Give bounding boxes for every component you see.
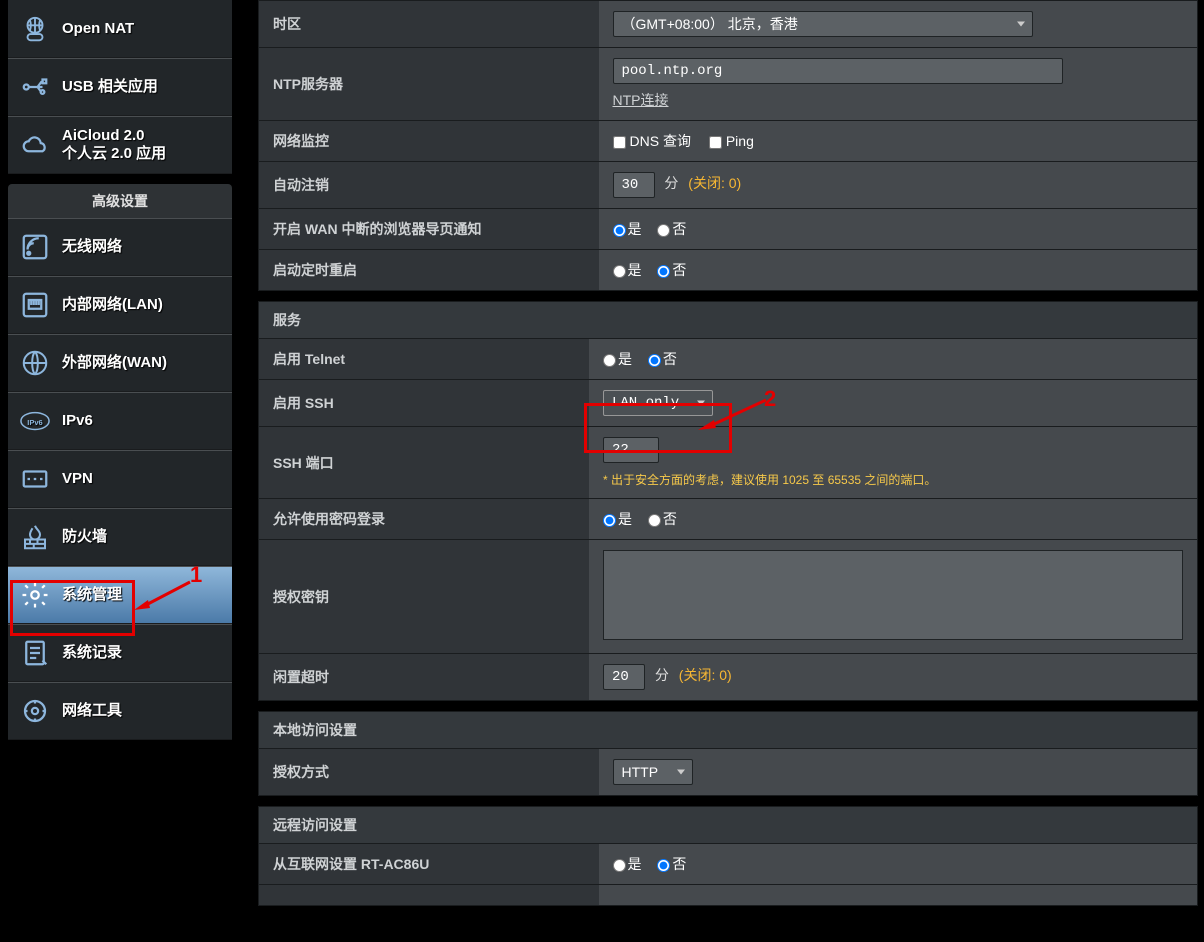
settings-table-basic: 时区 （GMT+08:00） 北京，香港 NTP服务器 NTP连接 网络监控 D… [258, 0, 1198, 291]
from-internet-yes[interactable]: 是 [613, 856, 642, 872]
nav-ipv6[interactable]: IPv6 IPv6 [8, 392, 232, 450]
nav-wan[interactable]: 外部网络(WAN) [8, 334, 232, 392]
settings-table-local: 本地访问设置 授权方式 HTTP [258, 711, 1198, 796]
nav-firewall[interactable]: 防火墙 [8, 508, 232, 566]
row-authmethod-label: 授权方式 [259, 749, 599, 796]
row-autologout-label: 自动注销 [259, 162, 599, 209]
row-netmonitor-label: 网络监控 [259, 121, 599, 162]
chk-text: Ping [726, 133, 754, 149]
tools-icon [18, 694, 52, 728]
nav-label: 系统管理 [62, 586, 222, 604]
unit-text: 分 [664, 175, 678, 191]
ping-checkbox-label[interactable]: Ping [709, 133, 754, 149]
row-wan-notify-label: 开启 WAN 中断的浏览器导页通知 [259, 209, 599, 250]
settings-table-service: 服务 启用 Telnet 是 否 启用 SSH LAN only SSH 端口 … [258, 301, 1198, 701]
auth-method-select[interactable]: HTTP [613, 759, 693, 785]
hint-text: (关闭: 0) [688, 175, 741, 191]
wan-notify-no[interactable]: 否 [657, 221, 686, 237]
row-authkey-label: 授权密钥 [259, 540, 590, 654]
log-icon [18, 636, 52, 670]
idle-timeout-input[interactable] [603, 664, 645, 690]
dns-query-checkbox[interactable] [613, 136, 626, 149]
nav-label: IPv6 [62, 412, 222, 430]
ssh-select[interactable]: LAN only [603, 390, 713, 416]
nav-label: 防火墙 [62, 528, 222, 546]
from-internet-no[interactable]: 否 [657, 856, 686, 872]
firewall-icon [18, 520, 52, 554]
row-idle-label: 闲置超时 [259, 654, 590, 701]
nav-network-tools[interactable]: 网络工具 [8, 682, 232, 740]
ntp-link[interactable]: NTP连接 [613, 90, 669, 110]
remote-header: 远程访问设置 [259, 807, 1198, 844]
auto-logout-input[interactable] [613, 172, 655, 198]
nav-label: 无线网络 [62, 238, 222, 256]
nav-label: VPN [62, 470, 222, 488]
sidebar: Open NAT USB 相关应用 AiCloud 2.0 个人云 2.0 应用… [8, 0, 232, 750]
row-sched-reboot-label: 启动定时重启 [259, 250, 599, 291]
advanced-settings-header: 高级设置 [8, 184, 232, 218]
unit-text: 分 [655, 667, 669, 683]
usb-icon [18, 70, 52, 104]
ntp-server-input[interactable] [613, 58, 1063, 84]
nav-usb[interactable]: USB 相关应用 [8, 58, 232, 116]
svg-text:IPv6: IPv6 [27, 418, 42, 427]
row-telnet-label: 启用 Telnet [259, 339, 590, 380]
pwlogin-no[interactable]: 否 [648, 511, 677, 527]
annotation-number-2: 2 [764, 386, 776, 412]
ping-checkbox[interactable] [709, 136, 722, 149]
ssh-port-note: * 出于安全方面的考虑，建议使用 1025 至 65535 之间的端口。 [603, 471, 1183, 488]
timezone-select[interactable]: （GMT+08:00） 北京，香港 [613, 11, 1033, 37]
hint-text: (关闭: 0) [679, 667, 732, 683]
lan-icon [18, 288, 52, 322]
gear-icon [18, 578, 52, 612]
nav-label: Open NAT [62, 20, 222, 38]
empty-row [259, 885, 599, 906]
nav-system-log[interactable]: 系统记录 [8, 624, 232, 682]
local-header: 本地访问设置 [259, 712, 1198, 749]
nav-group-advanced: 高级设置 无线网络 内部网络(LAN) 外部网络(WAN) IPv6 IPv6 … [8, 184, 232, 740]
nav-aicloud[interactable]: AiCloud 2.0 个人云 2.0 应用 [8, 116, 232, 174]
cloud-icon [18, 128, 52, 162]
wan-notify-yes[interactable]: 是 [613, 221, 642, 237]
sched-reboot-yes[interactable]: 是 [613, 262, 642, 278]
service-header: 服务 [259, 302, 1198, 339]
wifi-icon [18, 230, 52, 264]
nav-label: 内部网络(LAN) [62, 296, 222, 314]
row-ssh-label: 启用 SSH [259, 380, 590, 427]
ipv6-icon: IPv6 [18, 404, 52, 438]
globe-icon [18, 346, 52, 380]
settings-table-remote: 远程访问设置 从互联网设置 RT-AC86U 是 否 [258, 806, 1198, 906]
row-timezone-label: 时区 [259, 1, 599, 48]
pwlogin-yes[interactable]: 是 [603, 511, 632, 527]
main-panel: 时区 （GMT+08:00） 北京，香港 NTP服务器 NTP连接 网络监控 D… [258, 0, 1198, 906]
nav-wireless[interactable]: 无线网络 [8, 218, 232, 276]
row-from-internet-label: 从互联网设置 RT-AC86U [259, 844, 599, 885]
annotation-number-1: 1 [190, 562, 202, 588]
row-pwlogin-label: 允许使用密码登录 [259, 499, 590, 540]
telnet-yes[interactable]: 是 [603, 351, 632, 367]
nav-open-nat[interactable]: Open NAT [8, 0, 232, 58]
chk-text: DNS 查询 [630, 133, 691, 149]
nav-label: AiCloud 2.0 个人云 2.0 应用 [62, 127, 222, 163]
telnet-no[interactable]: 否 [648, 351, 677, 367]
nav-label: USB 相关应用 [62, 78, 222, 96]
sched-reboot-no[interactable]: 否 [657, 262, 686, 278]
nav-label: 系统记录 [62, 644, 222, 662]
ssh-port-input[interactable] [603, 437, 659, 463]
nav-label: 网络工具 [62, 702, 222, 720]
auth-key-textarea[interactable] [603, 550, 1183, 640]
nav-group-general: Open NAT USB 相关应用 AiCloud 2.0 个人云 2.0 应用 [8, 0, 232, 174]
nav-lan[interactable]: 内部网络(LAN) [8, 276, 232, 334]
nav-vpn[interactable]: VPN [8, 450, 232, 508]
nav-label: 外部网络(WAN) [62, 354, 222, 372]
row-sshport-label: SSH 端口 [259, 427, 590, 499]
gamepad-globe-icon [18, 12, 52, 46]
dns-query-checkbox-label[interactable]: DNS 查询 [613, 133, 691, 149]
vpn-icon [18, 462, 52, 496]
row-ntp-label: NTP服务器 [259, 48, 599, 121]
